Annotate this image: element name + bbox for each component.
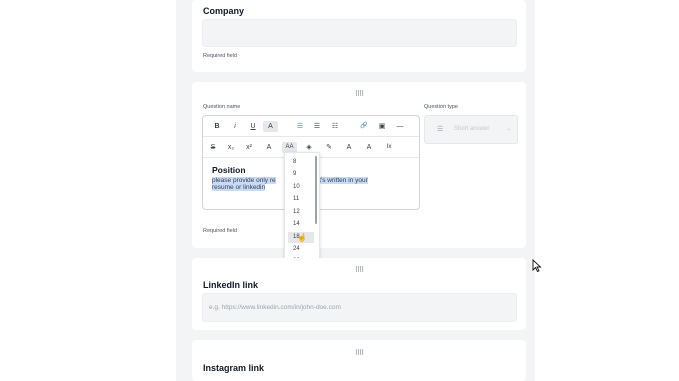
- toolbar-row-1: B i U A ☰ ☰ ☷ 🔗 ▣ —: [203, 116, 419, 137]
- bold-button[interactable]: B: [211, 121, 223, 132]
- font-size-option[interactable]: 8: [288, 157, 314, 168]
- clear-format-button[interactable]: Ix: [383, 142, 395, 153]
- font-size-dropdown: 8 9 10 11 12 14 18 24 30 ☝: [284, 152, 320, 269]
- background-color-icon[interactable]: A: [363, 142, 375, 153]
- link-icon[interactable]: 🔗: [358, 121, 370, 132]
- required-field-label: Required field: [203, 53, 237, 59]
- highlight-pen-icon[interactable]: ✎: [323, 142, 335, 153]
- linkedin-title: LinkedIn link: [203, 280, 259, 290]
- linkedin-placeholder: e.g. https://www.linkedin.com/in/john-do…: [209, 304, 341, 311]
- mouse-pointer-icon: [532, 259, 542, 273]
- font-size-option[interactable]: 24: [288, 244, 314, 255]
- linkedin-input[interactable]: e.g. https://www.linkedin.com/in/john-do…: [202, 293, 517, 322]
- linkedin-card: ⠿⠿ LinkedIn link e.g. https://www.linked…: [192, 258, 526, 330]
- required-field-label: Required field: [203, 228, 237, 234]
- font-color-icon[interactable]: A: [343, 142, 355, 153]
- strikethrough-button[interactable]: S: [207, 142, 219, 153]
- instagram-title: Instagram link: [203, 363, 265, 373]
- position-heading: Position: [212, 165, 246, 175]
- italic-button[interactable]: i: [229, 121, 241, 132]
- image-icon[interactable]: ▣: [376, 121, 388, 132]
- font-style-button[interactable]: A: [263, 121, 278, 132]
- question-type-value: Short answer: [454, 126, 490, 132]
- dropdown-scrollbar[interactable]: [315, 156, 317, 224]
- font-size-option[interactable]: 11: [288, 194, 314, 205]
- question-type-label: Question type: [424, 104, 458, 110]
- selected-text-1: please provide only re: [212, 177, 276, 184]
- list-icon[interactable]: ☷: [329, 121, 341, 132]
- subscript-button[interactable]: x₂: [225, 142, 237, 153]
- chevron-down-icon: ⌄: [505, 126, 511, 132]
- align-left-icon[interactable]: ☰: [294, 121, 306, 132]
- question-name-label: Question name: [203, 104, 241, 110]
- drag-handle-icon[interactable]: ⠿⠿: [355, 91, 364, 98]
- question-type-select[interactable]: ☰ Short answer ⌄: [424, 115, 518, 144]
- company-input[interactable]: [202, 19, 517, 47]
- font-size-option[interactable]: 9: [288, 169, 314, 180]
- font-size-option[interactable]: 10: [288, 182, 314, 193]
- hand-cursor-icon: ☝: [297, 233, 307, 242]
- font-size-option[interactable]: 12: [288, 207, 314, 218]
- instagram-card: ⠿⠿ Instagram link: [192, 340, 526, 381]
- font-family-button[interactable]: A: [263, 142, 275, 153]
- selected-text-3: resume or linkedin: [212, 184, 266, 191]
- superscript-button[interactable]: x²: [243, 142, 255, 153]
- horizontal-rule-icon[interactable]: —: [394, 121, 406, 132]
- drag-handle-icon[interactable]: ⠿⠿: [355, 350, 364, 357]
- underline-button[interactable]: U: [247, 121, 259, 132]
- company-card: Company Required field: [192, 0, 526, 72]
- short-answer-icon: ☰: [437, 126, 444, 133]
- font-size-option[interactable]: 14: [288, 219, 314, 230]
- company-title: Company: [203, 6, 245, 16]
- align-center-icon[interactable]: ☰: [311, 121, 323, 132]
- drag-handle-icon[interactable]: ⠿⠿: [355, 267, 364, 274]
